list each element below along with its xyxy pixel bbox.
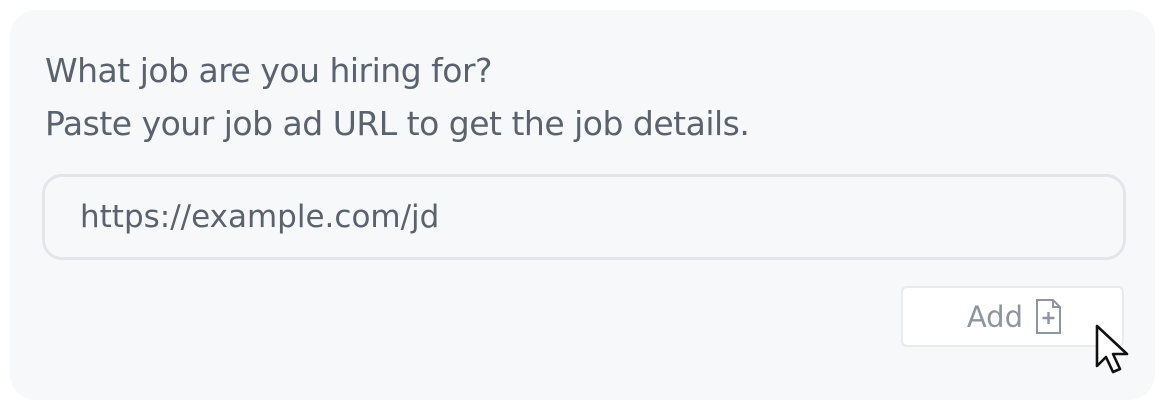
- file-plus-icon: [1036, 299, 1061, 334]
- prompt-heading: What job are you hiring for?: [45, 51, 493, 90]
- prompt-text: What job are you hiring for? Paste your …: [45, 44, 750, 150]
- mouse-cursor-icon: [1095, 324, 1129, 374]
- add-button[interactable]: Add: [901, 286, 1124, 347]
- add-button-label: Add: [966, 299, 1023, 334]
- prompt-instructions: Paste your job ad URL to get the job det…: [45, 104, 750, 143]
- job-url-input[interactable]: [42, 174, 1126, 260]
- job-url-card: What job are you hiring for? Paste your …: [10, 10, 1155, 400]
